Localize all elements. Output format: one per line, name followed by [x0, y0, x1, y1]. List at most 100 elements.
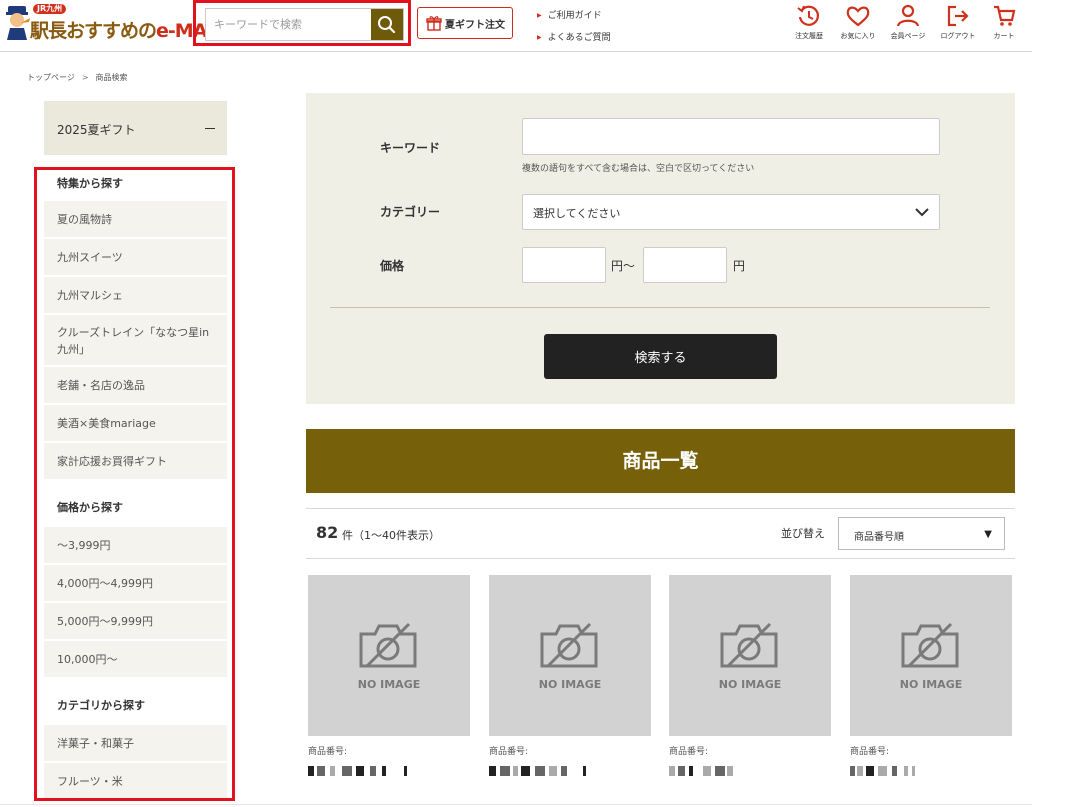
breadcrumb-top[interactable]: トップページ	[27, 73, 75, 82]
product-image[interactable]: NO IMAGE	[308, 575, 470, 736]
sidebar-highlight: 特集から探す 夏の風物詩 九州スイーツ 九州マルシェ クルーズトレイン「ななつ星…	[34, 167, 235, 801]
category-select-value: 選択してください	[533, 207, 621, 220]
product-number-label: 商品番号:	[850, 747, 890, 757]
product-card[interactable]: NO IMAGE 商品番号:	[850, 575, 1012, 778]
cart-icon	[994, 5, 1016, 26]
sidebar-item[interactable]: 九州スイーツ	[44, 239, 227, 277]
header-search-highlight	[193, 0, 411, 46]
price-max-input[interactable]	[643, 247, 727, 283]
sidebar-item[interactable]: 10,000円～	[44, 641, 227, 679]
price-yen-label: 円	[733, 259, 746, 273]
header-search	[205, 8, 404, 41]
nav-favorites-label: お気に入り	[840, 32, 876, 40]
sidebar-top-category[interactable]: 2025夏ギフト	[44, 101, 227, 155]
guide-link-usage[interactable]: ▶ ご利用ガイド	[537, 5, 611, 27]
jr-kyushu-badge: JR九州	[33, 4, 67, 14]
sidebar-item[interactable]: ～3,999円	[44, 527, 227, 565]
nav-favorites[interactable]: お気に入り	[836, 4, 880, 44]
product-number-redacted	[308, 766, 470, 778]
summer-gift-order-label: 夏ギフト注文	[445, 20, 505, 31]
sidebar-item[interactable]: 洋菓子・和菓子	[44, 725, 227, 763]
nav-cart[interactable]: カート	[982, 4, 1026, 44]
product-image[interactable]: NO IMAGE	[850, 575, 1012, 736]
search-icon	[378, 16, 396, 34]
arrow-right-icon: ▶	[537, 34, 542, 41]
header-search-input[interactable]	[206, 9, 372, 40]
site-logo[interactable]: JR九州 駅長おすすめのe-MALL	[0, 2, 230, 42]
no-image-camera-icon	[901, 622, 959, 668]
product-image[interactable]: NO IMAGE	[489, 575, 651, 736]
nav-order-history[interactable]: 注文履歴	[787, 4, 831, 44]
product-image[interactable]: NO IMAGE	[669, 575, 831, 736]
sidebar-item[interactable]: 4,000円～4,999円	[44, 565, 227, 603]
price-label: 価格	[380, 259, 405, 273]
product-number-label: 商品番号:	[308, 747, 348, 757]
product-number-label: 商品番号:	[489, 747, 529, 757]
sidebar-section-title: カテゴリから探す	[57, 699, 145, 712]
sidebar-item[interactable]: 夏の風物詩	[44, 201, 227, 239]
nav-order-history-label: 注文履歴	[795, 32, 823, 40]
sidebar-item[interactable]: クルーズトレイン「ななつ星in九州」	[44, 315, 227, 367]
arrow-right-icon: ▶	[537, 12, 542, 19]
sort-label: 並び替え	[781, 527, 825, 540]
history-icon	[797, 5, 820, 26]
product-card[interactable]: NO IMAGE 商品番号:	[669, 575, 831, 778]
user-icon	[896, 4, 920, 27]
sidebar-item[interactable]: 家計応援お買得ギフト	[44, 443, 227, 481]
no-image-text: NO IMAGE	[357, 678, 421, 691]
product-number-redacted	[489, 766, 651, 778]
sort-select-value: 商品番号順	[854, 532, 904, 543]
keyword-input[interactable]	[522, 118, 940, 155]
result-count: 82	[316, 523, 339, 542]
caret-down-icon: ▼	[984, 529, 992, 540]
result-count-text: 件（1～40件表示）	[342, 529, 440, 542]
no-image-camera-icon	[359, 622, 417, 668]
nav-cart-label: カート	[993, 32, 1015, 40]
product-card[interactable]: NO IMAGE 商品番号:	[308, 575, 470, 778]
category-label: カテゴリー	[380, 205, 441, 219]
search-form-panel: キーワード 複数の語句をすべて含む場合は、空白で区切ってください カテゴリー 選…	[306, 93, 1015, 404]
sidebar-item[interactable]: 5,000円～9,999円	[44, 603, 227, 641]
sidebar-item[interactable]: 美酒×美食mariage	[44, 405, 227, 443]
sidebar-item[interactable]: 九州マルシェ	[44, 277, 227, 315]
sidebar-item[interactable]: フルーツ・米	[44, 763, 227, 798]
no-image-camera-icon	[720, 622, 778, 668]
summer-gift-order-button[interactable]: 夏ギフト注文	[417, 7, 513, 39]
product-list-title: 商品一覧	[306, 429, 1015, 493]
product-list-toolbar: 82 件（1～40件表示） 並び替え 商品番号順 ▼	[306, 508, 1015, 559]
nav-member-page[interactable]: 会員ページ	[886, 4, 930, 44]
keyword-label: キーワード	[380, 141, 441, 155]
sidebar-menu: 特集から探す 夏の風物詩 九州スイーツ 九州マルシェ クルーズトレイン「ななつ星…	[44, 170, 227, 798]
collapse-minus-icon[interactable]	[205, 128, 215, 129]
logout-icon	[947, 5, 969, 27]
sort-select[interactable]: 商品番号順 ▼	[838, 517, 1005, 550]
breadcrumb-separator: >	[81, 73, 89, 82]
product-number-label: 商品番号:	[669, 747, 709, 757]
guide-link-faq[interactable]: ▶ よくあるご質問	[537, 27, 611, 49]
station-master-mascot-icon	[6, 6, 30, 40]
nav-logout[interactable]: ログアウト	[936, 4, 980, 44]
no-image-text: NO IMAGE	[718, 678, 782, 691]
page-divider	[0, 804, 1032, 805]
no-image-text: NO IMAGE	[899, 678, 963, 691]
sidebar-section-title: 価格から探す	[57, 501, 123, 514]
breadcrumb-current: 商品検索	[95, 73, 128, 82]
product-number-redacted	[669, 766, 831, 778]
search-submit-button[interactable]: 検索する	[544, 334, 777, 379]
product-number-redacted	[850, 766, 1012, 778]
nav-logout-label: ログアウト	[940, 32, 976, 40]
product-card[interactable]: NO IMAGE 商品番号:	[489, 575, 651, 778]
no-image-camera-icon	[540, 622, 598, 668]
category-select[interactable]: 選択してください	[522, 194, 940, 230]
nav-member-page-label: 会員ページ	[890, 32, 926, 40]
breadcrumb: トップページ > 商品検索	[27, 72, 128, 83]
header-search-button[interactable]	[371, 9, 403, 40]
form-divider	[330, 307, 990, 308]
gift-icon	[426, 16, 442, 31]
sidebar-item[interactable]: 老舗・名店の逸品	[44, 367, 227, 405]
heart-icon	[846, 6, 870, 27]
price-min-input[interactable]	[522, 247, 606, 283]
price-tilde-label: 円～	[611, 259, 636, 273]
sidebar-section-title: 特集から探す	[57, 177, 123, 190]
guide-links: ▶ ご利用ガイド ▶ よくあるご質問	[537, 5, 611, 49]
